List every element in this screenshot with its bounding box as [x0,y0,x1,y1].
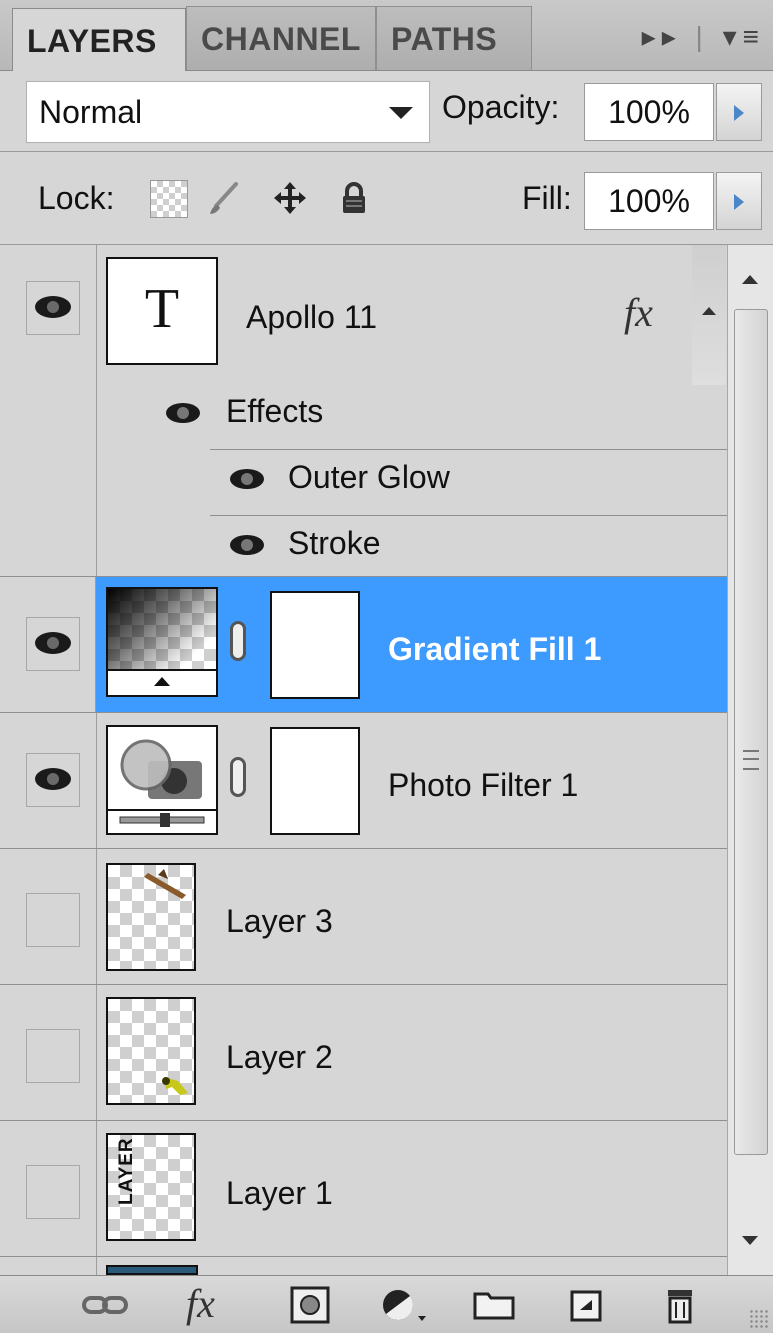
lock-fill-row: Lock: Fill: 100% [0,152,773,245]
eye-icon [35,632,71,654]
visibility-toggle[interactable] [26,1165,80,1219]
layer-name[interactable]: Photo Filter 1 [388,767,578,804]
blend-mode-select[interactable]: Normal [26,81,430,143]
layers-bottom-toolbar: fx [0,1275,773,1333]
mask-link-icon[interactable] [230,621,246,661]
visibility-toggle[interactable] [26,753,80,807]
opacity-label: Opacity: [442,89,560,125]
blend-opacity-row: Normal Opacity: 100% [0,71,773,152]
divider [210,515,727,516]
layer-name[interactable]: Layer 1 [226,1175,333,1212]
eye-icon [35,296,71,318]
camera-filter-icon [108,739,216,827]
layer-list-scrollbar[interactable] [727,245,773,1275]
gradient-swatch [108,589,216,671]
tab-bar-controls: ▸▸ | ▾≡ [642,20,765,53]
effects-label: Effects [226,393,324,429]
double-arrow-icon[interactable]: ▸▸ [642,21,682,52]
chevron-down-icon [389,107,413,119]
tab-paths[interactable]: PATHS [376,6,532,70]
layer-mask-thumbnail[interactable] [270,591,360,699]
blend-mode-value: Normal [39,94,143,130]
collapse-arrow-icon [702,307,716,315]
gradient-stop-icon [154,677,170,686]
scrollbar-thumb[interactable] [734,309,768,1155]
divider: | [695,21,709,52]
layer-list: T Apollo 11 fx Effects Outer Glow Stroke… [0,245,727,1275]
resize-grip-icon[interactable] [749,1309,769,1329]
visibility-toggle[interactable] [26,281,80,335]
effect-outer-glow[interactable]: Outer Glow [288,459,450,496]
layer-thumbnail-text: LAYER [116,1137,137,1205]
effects-toggle[interactable] [692,245,726,385]
layer-name[interactable]: Gradient Fill 1 [388,631,601,668]
scroll-up-icon[interactable] [742,275,758,284]
layer-thumbnail [106,997,196,1105]
effect-stroke[interactable]: Stroke [288,525,380,562]
visibility-toggle[interactable] [26,893,80,947]
opacity-input[interactable]: 100% [584,83,714,141]
visibility-toggle[interactable] [26,1029,80,1083]
layer-thumbnail [106,1265,198,1275]
opacity-slider-button[interactable] [716,83,762,141]
layer-name[interactable]: Layer 3 [226,903,333,940]
new-group-icon[interactable] [472,1286,516,1324]
lock-label: Lock: [38,180,115,216]
layer-row-layer-1[interactable]: LAYER Layer 1 [0,1121,727,1257]
gradient-thumbnail [106,587,218,697]
layer-row-layer-2[interactable]: Layer 2 [0,985,727,1121]
layer-row-apollo-11[interactable]: T Apollo 11 fx Effects Outer Glow Stroke [0,245,727,577]
layer-thumbnail: LAYER [106,1133,196,1241]
fx-badge[interactable]: fx [624,289,653,336]
layer-name[interactable]: Apollo 11 [246,299,377,336]
rocket-art-icon [144,869,186,899]
eye-icon [35,768,71,790]
panel-menu-icon[interactable]: ▾≡ [723,21,765,52]
visibility-toggle[interactable] [26,617,80,671]
lock-move-icon[interactable] [272,180,308,216]
add-mask-icon[interactable] [290,1286,330,1324]
tab-channels[interactable]: CHANNEL [186,6,376,70]
layer-row-partial [0,1257,727,1275]
fx-icon[interactable]: fx [186,1280,215,1326]
tab-layers[interactable]: LAYERS [12,8,186,71]
figure-art-icon [162,1077,188,1095]
layer-thumbnail: T [106,257,218,365]
layer-thumbnail [106,863,196,971]
lock-all-icon[interactable] [336,180,372,216]
layer-row-layer-3[interactable]: Layer 3 [0,849,727,985]
photo-filter-thumbnail [106,725,218,835]
layer-row-gradient-fill-1[interactable]: Gradient Fill 1 [0,577,727,713]
layer-row-photo-filter-1[interactable]: Photo Filter 1 [0,713,727,849]
outer-glow-eye-icon[interactable] [230,469,264,489]
effects-eye-icon[interactable] [166,403,200,423]
gradient-ramp [108,669,216,695]
mask-link-icon[interactable] [230,757,246,797]
scroll-down-icon[interactable] [742,1236,758,1245]
adjustment-layer-icon[interactable] [378,1286,428,1324]
panel-tab-bar: LAYERS CHANNEL PATHS ▸▸ | ▾≡ [0,0,773,71]
lock-transparent-icon[interactable] [150,180,188,218]
lock-brush-icon[interactable] [206,180,242,216]
divider [210,449,727,450]
grip-icon [743,750,759,770]
fill-slider-button[interactable] [716,172,762,230]
layer-mask-thumbnail[interactable] [270,727,360,835]
link-layers-icon[interactable] [80,1286,130,1324]
fill-label: Fill: [522,180,572,216]
trash-icon[interactable] [660,1286,700,1324]
new-layer-icon[interactable] [566,1286,606,1324]
layer-name[interactable]: Layer 2 [226,1039,333,1076]
stroke-eye-icon[interactable] [230,535,264,555]
fill-input[interactable]: 100% [584,172,714,230]
